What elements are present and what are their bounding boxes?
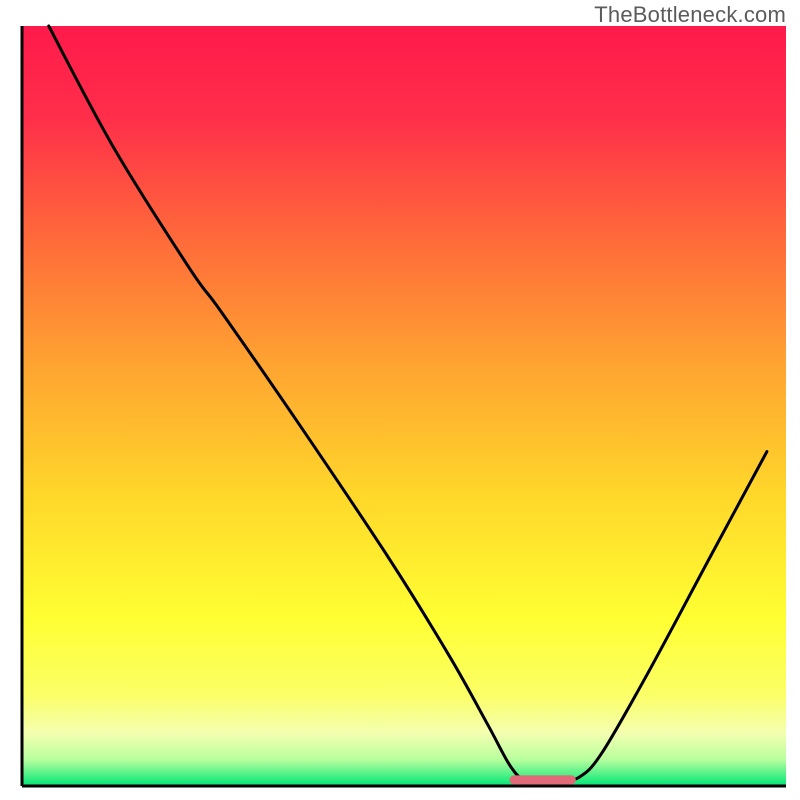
plot-background (22, 26, 786, 786)
optimal-range-marker (509, 775, 575, 784)
watermark-text: TheBottleneck.com (594, 2, 786, 28)
bottleneck-chart (0, 0, 800, 800)
